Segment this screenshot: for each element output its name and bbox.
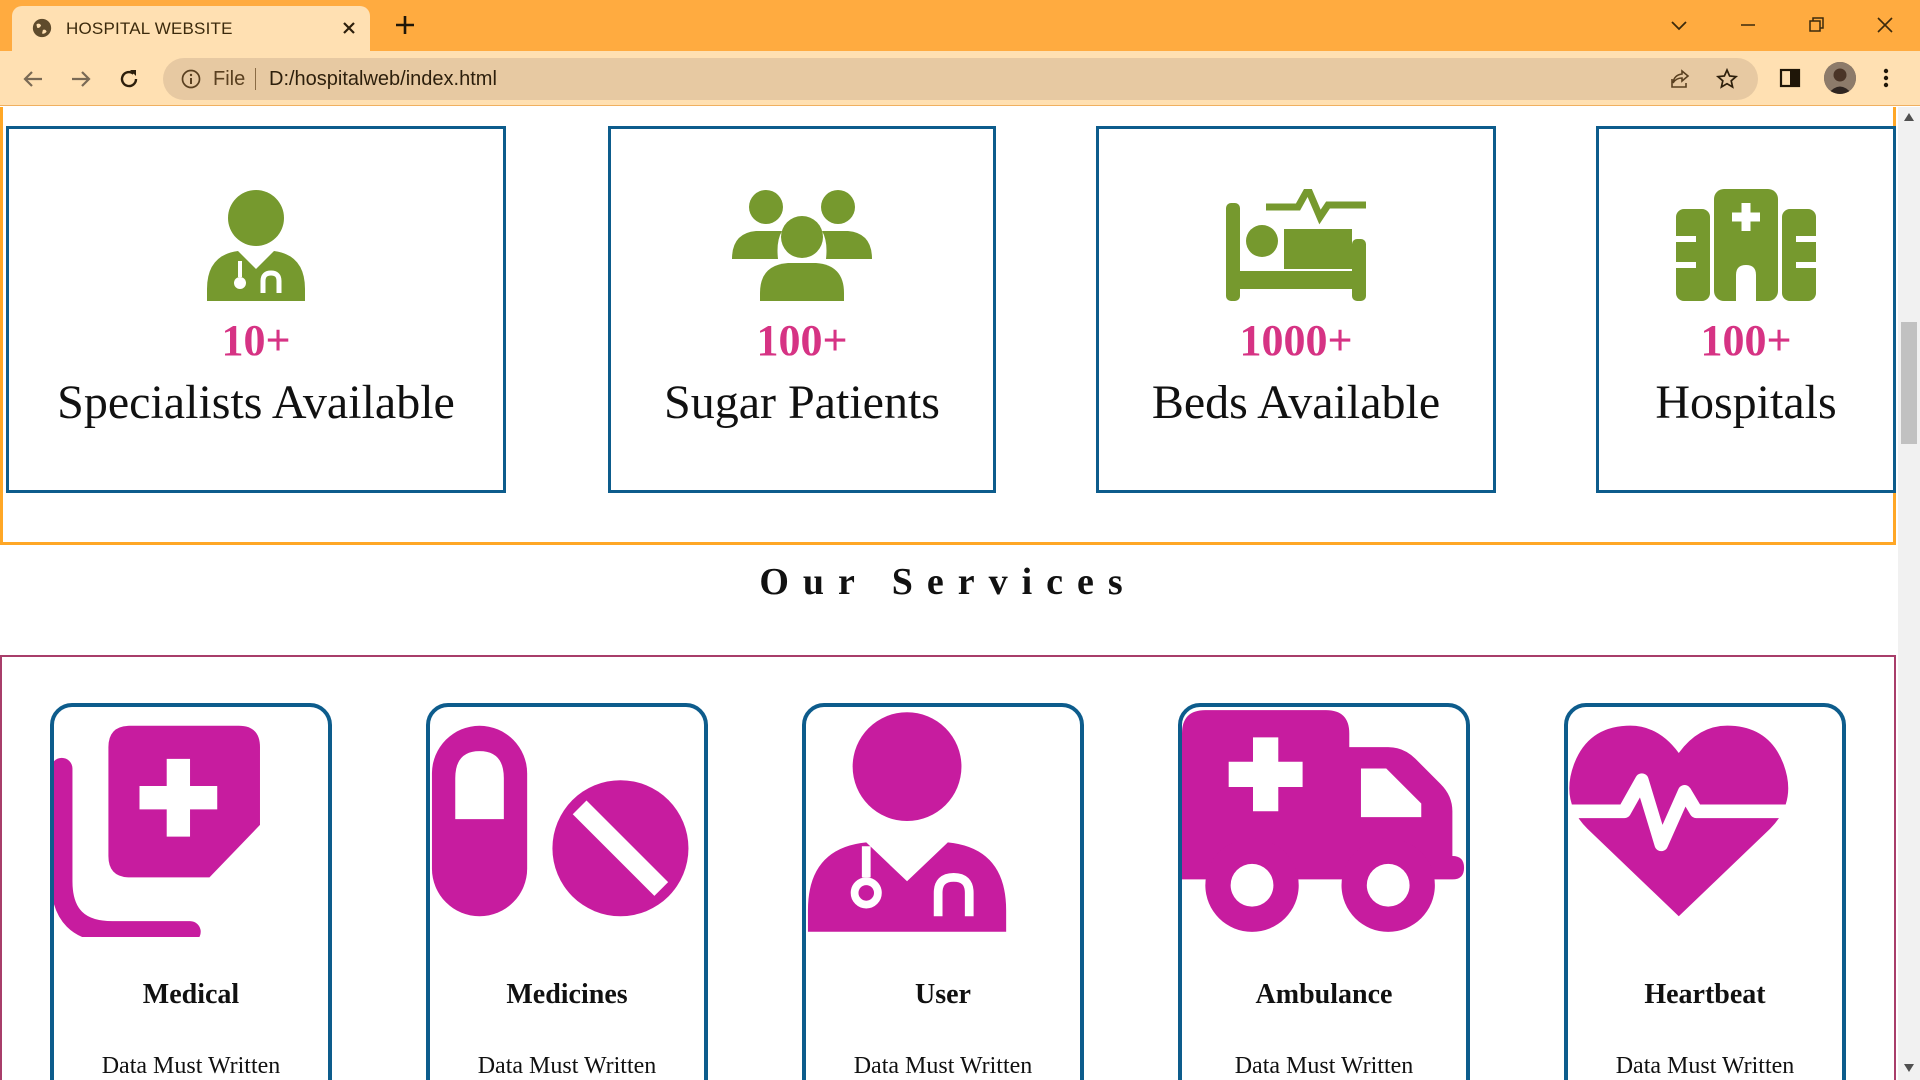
stat-label: Beds Available bbox=[1151, 376, 1441, 429]
service-title: Medical bbox=[142, 979, 240, 1010]
service-title: Heartbeat bbox=[1644, 979, 1766, 1010]
address-scheme: File bbox=[213, 68, 246, 90]
service-title: Ambulance bbox=[1255, 979, 1393, 1010]
stat-number: 100+ bbox=[756, 316, 848, 365]
globe-icon bbox=[32, 18, 52, 38]
tab-strip: HOSPITAL WEBSITE bbox=[0, 0, 1920, 51]
medical-notes-icon bbox=[54, 725, 260, 937]
tab-search-chevron-icon[interactable] bbox=[1664, 10, 1694, 40]
services-section: Medical Data Must Written Medicines Data… bbox=[0, 655, 1896, 1080]
browser-toolbar: File D:/hospitalweb/index.html bbox=[0, 51, 1920, 106]
stat-label: Specialists Available bbox=[57, 376, 455, 429]
new-tab-icon[interactable] bbox=[392, 12, 418, 38]
share-icon[interactable] bbox=[1668, 67, 1692, 91]
close-tab-icon[interactable] bbox=[339, 18, 359, 38]
tab-title: HOSPITAL WEBSITE bbox=[66, 19, 233, 38]
pills-icon bbox=[431, 725, 689, 917]
menu-dots-icon[interactable] bbox=[1872, 64, 1900, 92]
active-tab[interactable]: HOSPITAL WEBSITE bbox=[12, 6, 370, 51]
forward-arrow-icon[interactable] bbox=[66, 64, 96, 94]
service-desc: Data Must Written bbox=[853, 1053, 1033, 1079]
scroll-up-arrow-icon[interactable] bbox=[1904, 113, 1914, 121]
address-url[interactable]: D:/hospitalweb/index.html bbox=[269, 68, 497, 91]
info-icon[interactable] bbox=[180, 68, 202, 90]
services-heading: Our Services bbox=[759, 561, 1137, 603]
scrollbar-thumb[interactable] bbox=[1901, 322, 1917, 444]
stat-number: 100+ bbox=[1700, 316, 1792, 365]
stat-label: Hospitals bbox=[1655, 376, 1837, 429]
profile-avatar[interactable] bbox=[1824, 62, 1856, 94]
address-separator bbox=[255, 68, 256, 90]
service-desc: Data Must Written bbox=[477, 1053, 657, 1079]
bookmark-star-icon[interactable] bbox=[1715, 67, 1739, 91]
back-arrow-icon[interactable] bbox=[18, 64, 48, 94]
service-card-medical[interactable]: Medical Data Must Written bbox=[50, 703, 332, 1080]
stats-section: 10+ Specialists Available 100+ Sugar Pat… bbox=[0, 107, 1896, 545]
minimize-icon[interactable] bbox=[1733, 10, 1763, 40]
hospital-icon bbox=[1676, 189, 1816, 301]
stat-number: 10+ bbox=[221, 316, 291, 365]
user-doctor-icon bbox=[807, 712, 1007, 932]
stat-card-patients: 100+ Sugar Patients bbox=[608, 126, 996, 493]
service-card-user[interactable]: User Data Must Written bbox=[802, 703, 1084, 1080]
page-viewport: 10+ Specialists Available 100+ Sugar Pat… bbox=[0, 107, 1898, 1080]
service-desc: Data Must Written bbox=[101, 1053, 281, 1079]
address-bar[interactable]: File D:/hospitalweb/index.html bbox=[163, 58, 1758, 100]
ambulance-icon bbox=[1182, 710, 1465, 932]
stat-label: Sugar Patients bbox=[664, 376, 940, 429]
stat-number: 1000+ bbox=[1239, 316, 1353, 365]
service-card-ambulance[interactable]: Ambulance Data Must Written bbox=[1178, 703, 1470, 1080]
side-panel-icon[interactable] bbox=[1776, 64, 1804, 92]
vertical-scrollbar[interactable] bbox=[1898, 107, 1920, 1080]
bed-pulse-icon bbox=[1226, 189, 1366, 301]
scroll-down-arrow-icon[interactable] bbox=[1904, 1064, 1914, 1072]
stat-card-beds: 1000+ Beds Available bbox=[1096, 126, 1496, 493]
heart-pulse-icon bbox=[1568, 725, 1790, 917]
stat-card-specialists: 10+ Specialists Available bbox=[6, 126, 506, 493]
close-window-icon[interactable] bbox=[1870, 10, 1900, 40]
stat-card-hospitals: 100+ Hospitals bbox=[1596, 126, 1896, 493]
service-desc: Data Must Written bbox=[1615, 1053, 1795, 1079]
service-title: User bbox=[915, 979, 971, 1010]
service-desc: Data Must Written bbox=[1234, 1053, 1414, 1079]
restore-icon[interactable] bbox=[1801, 10, 1831, 40]
service-card-medicines[interactable]: Medicines Data Must Written bbox=[426, 703, 708, 1080]
service-title: Medicines bbox=[506, 979, 628, 1010]
service-card-heartbeat[interactable]: Heartbeat Data Must Written bbox=[1564, 703, 1846, 1080]
profile-avatar-image bbox=[1824, 62, 1856, 94]
users-icon bbox=[732, 190, 872, 301]
reload-icon[interactable] bbox=[114, 64, 144, 94]
doctor-icon bbox=[207, 190, 305, 301]
